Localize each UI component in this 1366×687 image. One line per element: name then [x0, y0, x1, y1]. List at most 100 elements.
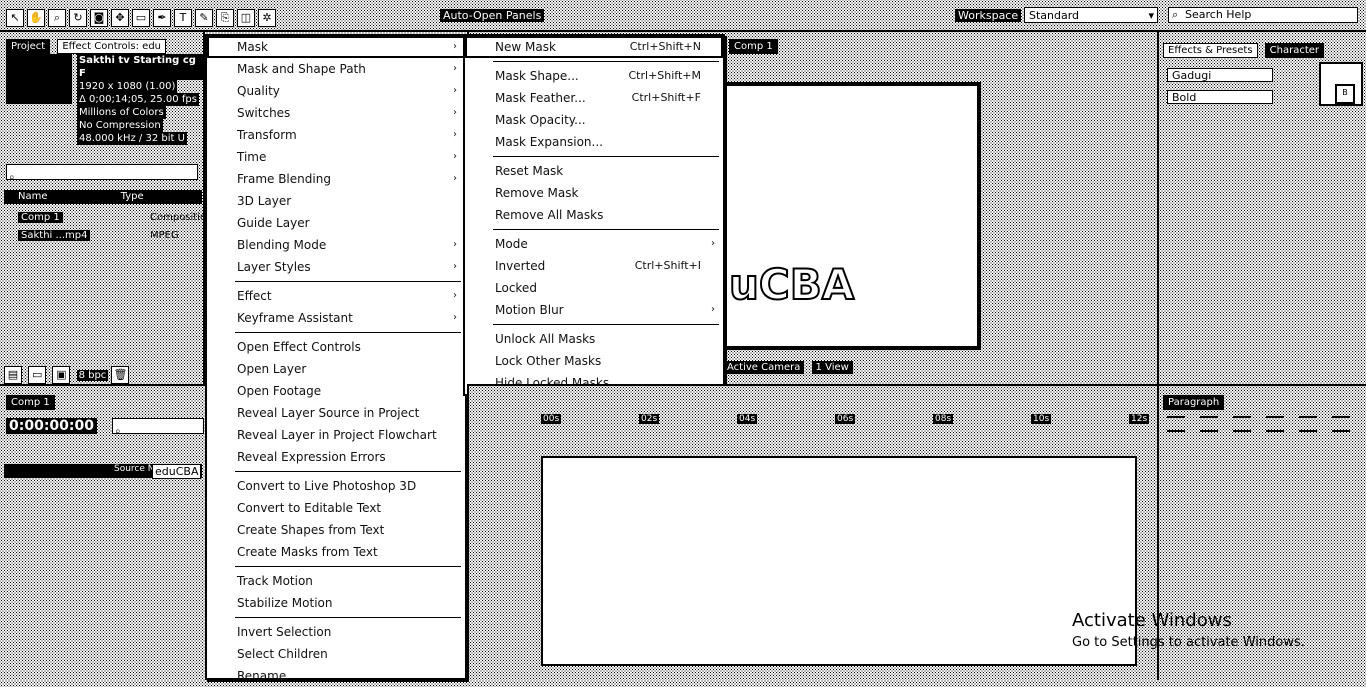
menu-item-reveal-layer-in-project-flowchart[interactable]: Reveal Layer in Project Flowchart	[207, 424, 465, 446]
tab-project[interactable]: Project	[6, 39, 51, 54]
menu-item-time[interactable]: Time ›	[207, 146, 465, 168]
layer-name[interactable]: eduCBA	[152, 464, 202, 479]
menu-item-label: Invert Selection	[237, 625, 332, 639]
submenu-item-mask-shape[interactable]: Mask Shape... Ctrl+Shift+M	[465, 65, 723, 87]
menu-item-create-masks-from-text[interactable]: Create Masks from Text	[207, 541, 465, 563]
search-help-input[interactable]: ⌕ Search Help	[1168, 7, 1358, 23]
menu-item-frame-blending[interactable]: Frame Blending ›	[207, 168, 465, 190]
tab-effects-presets[interactable]: Effects & Presets	[1163, 43, 1258, 58]
tab-comp[interactable]: Comp 1	[729, 39, 778, 54]
menu-item-keyframe-assistant[interactable]: Keyframe Assistant ›	[207, 307, 465, 329]
submenu-item-mask-opacity[interactable]: Mask Opacity...	[465, 109, 723, 131]
text-icon[interactable]: T	[174, 9, 192, 27]
tab-character[interactable]: Character	[1264, 43, 1325, 58]
activate-windows-watermark: Activate Windows Go to Settings to activ…	[1072, 610, 1305, 654]
submenu-item-remove-mask[interactable]: Remove Mask	[465, 182, 723, 204]
menu-item-convert-to-editable-text[interactable]: Convert to Editable Text	[207, 497, 465, 519]
pen-icon[interactable]: ✒	[153, 9, 171, 27]
list-item[interactable]: Comp 1 Composition	[4, 210, 212, 226]
menu-item-reveal-expression-errors[interactable]: Reveal Expression Errors	[207, 446, 465, 468]
view-select[interactable]: 1 View	[811, 361, 853, 374]
submenu-item-mask-expansion[interactable]: Mask Expansion...	[465, 131, 723, 153]
menu-item-mask-and-shape-path[interactable]: Mask and Shape Path ›	[207, 58, 465, 80]
justify-left-icon[interactable]	[1266, 416, 1285, 432]
menu-item-effect[interactable]: Effect ›	[207, 285, 465, 307]
menu-item-mask[interactable]: Mask ›	[207, 36, 465, 58]
comp-canvas[interactable]	[723, 82, 981, 350]
timeline-search-input[interactable]: ⌕	[112, 418, 204, 437]
menu-item-switches[interactable]: Switches ›	[207, 102, 465, 124]
brush-icon[interactable]: ✎	[195, 9, 213, 27]
menu-item-stabilize-motion[interactable]: Stabilize Motion	[207, 592, 465, 614]
submenu-item-lock-other-masks[interactable]: Lock Other Masks	[465, 350, 723, 372]
stamp-icon[interactable]: ⎘	[216, 9, 234, 27]
menu-item-open-footage[interactable]: Open Footage	[207, 380, 465, 402]
col-type[interactable]: Type	[121, 191, 144, 202]
align-right-icon[interactable]	[1233, 416, 1252, 432]
puppet-icon[interactable]: ✲	[258, 9, 276, 27]
font-style-select[interactable]: Bold	[1167, 90, 1273, 104]
selection-icon[interactable]: ↖	[6, 9, 24, 27]
active-camera-select[interactable]: Active Camera	[723, 361, 805, 374]
camera-icon[interactable]: ◙	[90, 9, 108, 27]
justify-right-icon[interactable]	[1332, 416, 1351, 432]
menu-item-select-children[interactable]: Select Children	[207, 643, 465, 665]
stroke-color-swatch[interactable]: B	[1335, 84, 1355, 104]
align-center-icon[interactable]	[1200, 416, 1219, 432]
zoom-icon[interactable]: ⌕	[48, 9, 66, 27]
submenu-item-motion-blur[interactable]: Motion Blur ›	[465, 299, 723, 321]
interpret-footage-icon[interactable]: ▤	[4, 366, 22, 384]
submenu-item-inverted[interactable]: Inverted Ctrl+Shift+I	[465, 255, 723, 277]
align-left-icon[interactable]	[1167, 416, 1185, 432]
font-family-select[interactable]: Gadugi	[1167, 68, 1273, 82]
time-ruler[interactable]: 00s 02s 04s 06s 08s 10s 12s	[541, 408, 1150, 432]
eraser-icon[interactable]: ◫	[237, 9, 255, 27]
hand-icon[interactable]: ✋	[27, 9, 45, 27]
tab-effect-controls[interactable]: Effect Controls: edu	[57, 39, 167, 54]
submenu-item-mask-feather[interactable]: Mask Feather... Ctrl+Shift+F	[465, 87, 723, 109]
toolbar: ↖ ✋ ⌕ ↻ ◙ ✥ ▭ ✒ T ✎ ⎘ ◫ ✲ Auto-Open Panels Workspace…	[0, 0, 1366, 32]
submenu-item-remove-all-masks[interactable]: Remove All Masks	[465, 204, 723, 226]
menu-item-label: New Mask	[495, 40, 556, 54]
col-name[interactable]: Name	[18, 191, 48, 202]
menu-item-3d-layer[interactable]: 3D Layer	[207, 190, 465, 212]
workspace-select[interactable]: Standard ▾	[1024, 7, 1158, 23]
menu-item-rename[interactable]: Rename	[207, 665, 465, 687]
menu-item-label: Frame Blending	[237, 172, 331, 186]
menu-item-transform[interactable]: Transform ›	[207, 124, 465, 146]
menu-item-blending-mode[interactable]: Blending Mode ›	[207, 234, 465, 256]
bpc-label[interactable]: 8 bpc	[76, 370, 109, 381]
menu-item-reveal-layer-source-in-project[interactable]: Reveal Layer Source in Project	[207, 402, 465, 424]
submenu-item-unlock-all-masks[interactable]: Unlock All Masks	[465, 328, 723, 350]
menu-item-convert-to-live-photoshop-3d[interactable]: Convert to Live Photoshop 3D	[207, 475, 465, 497]
justify-center-icon[interactable]	[1299, 416, 1318, 432]
submenu-item-locked[interactable]: Locked	[465, 277, 723, 299]
layer-track[interactable]	[541, 456, 1137, 666]
new-comp-icon[interactable]: ▣	[52, 366, 71, 384]
mask-icon[interactable]: ▭	[132, 9, 150, 27]
submenu-item-new-mask[interactable]: New Mask Ctrl+Shift+N	[465, 36, 723, 58]
menu-item-open-layer[interactable]: Open Layer	[207, 358, 465, 380]
ruler-tick-label: 12s	[1129, 414, 1150, 424]
list-item[interactable]: Sakthi ...mp4 MPEG	[4, 228, 202, 244]
submenu-item-mode[interactable]: Mode ›	[465, 233, 723, 255]
pan-icon[interactable]: ✥	[111, 9, 129, 27]
tab-paragraph[interactable]: Paragraph	[1163, 395, 1225, 410]
auto-open-panels-checkbox[interactable]: Auto-Open Panels	[440, 9, 545, 22]
project-search-input[interactable]: ⌕	[6, 164, 198, 183]
menu-item-label: Mask Shape...	[495, 69, 579, 83]
new-folder-icon[interactable]: ▭	[28, 366, 47, 384]
menu-item-create-shapes-from-text[interactable]: Create Shapes from Text	[207, 519, 465, 541]
menu-item-open-effect-controls[interactable]: Open Effect Controls	[207, 336, 465, 358]
rotate-icon[interactable]: ↻	[69, 9, 87, 27]
timecode[interactable]: 0:00:00:00	[6, 418, 97, 434]
menu-item-layer-styles[interactable]: Layer Styles ›	[207, 256, 465, 278]
submenu-item-reset-mask[interactable]: Reset Mask	[465, 160, 723, 182]
trash-icon[interactable]: 🗑	[111, 366, 130, 384]
menu-item-quality[interactable]: Quality ›	[207, 80, 465, 102]
menu-item-guide-layer[interactable]: Guide Layer	[207, 212, 465, 234]
project-footer: ▤ ▭ ▣ 8 bpc 🗑	[4, 366, 132, 384]
menu-item-track-motion[interactable]: Track Motion	[207, 570, 465, 592]
menu-item-invert-selection[interactable]: Invert Selection	[207, 621, 465, 643]
tab-comp-timeline[interactable]: Comp 1	[6, 395, 55, 410]
